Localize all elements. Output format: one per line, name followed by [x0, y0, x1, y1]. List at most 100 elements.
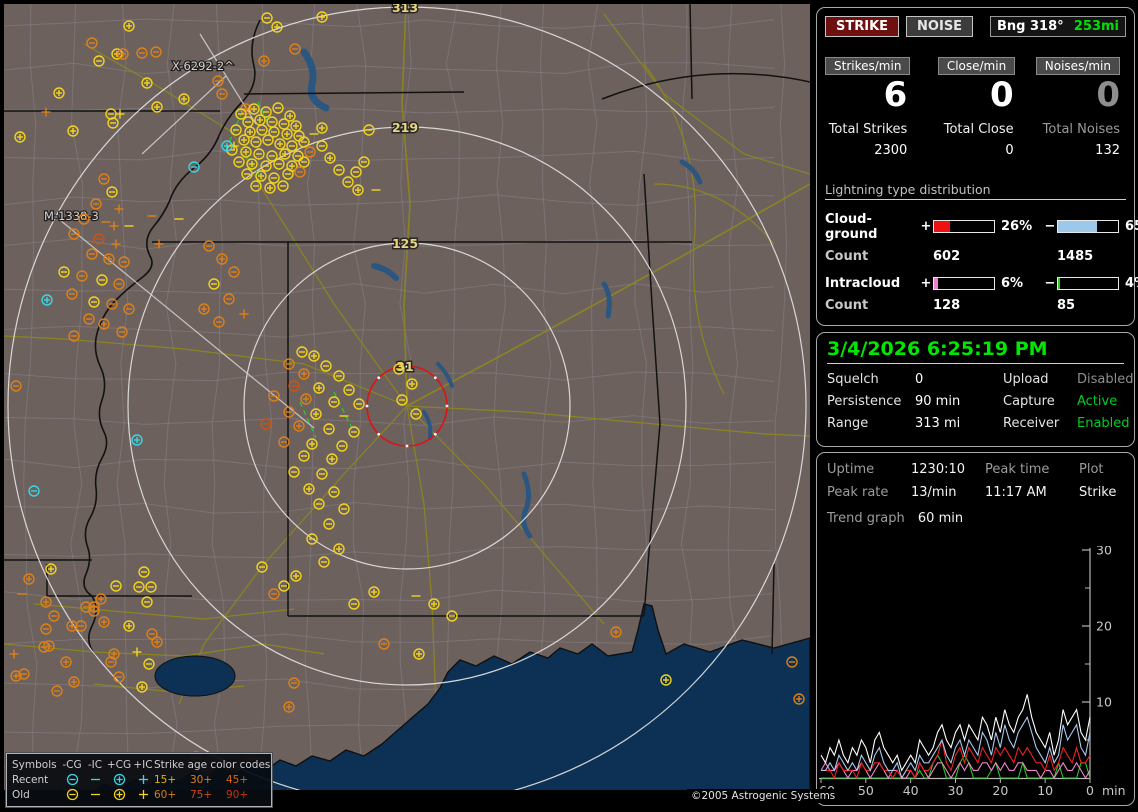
strike-symbol: [283, 701, 295, 713]
x-tick-label: 40: [903, 783, 919, 798]
strike-symbol: [53, 87, 65, 99]
strike-symbol: [358, 156, 370, 168]
legend-m-icon: [84, 773, 106, 786]
strike-symbol: [58, 266, 70, 278]
uptime-label: Uptime: [827, 462, 875, 477]
strike-symbol: [23, 573, 35, 585]
strike-symbol: [323, 423, 335, 435]
strike-symbol: [40, 623, 52, 635]
strike-symbol: [212, 75, 224, 87]
copyright-text: ©2005 Astrogenic Systems: [687, 789, 840, 803]
strike-symbol: [313, 382, 325, 394]
strike-symbol: [233, 156, 245, 168]
strike-button[interactable]: STRIKE: [825, 16, 900, 37]
strike-symbol: [288, 466, 300, 478]
noises-per-min-value: 0: [1096, 75, 1120, 115]
storm-tracks: X-6292-2^ M-1338-3: [43, 33, 353, 439]
cloud-ground-row: Cloud-ground + 26% − 65%: [825, 211, 1138, 242]
capture-label: Capture: [1003, 394, 1055, 409]
rate-values-row: 6 0 0: [825, 75, 1126, 114]
strike-symbol: [123, 20, 135, 32]
cloud-ground-label: Cloud-ground: [825, 211, 878, 242]
strike-symbol: [290, 120, 302, 132]
total-noises-label: Total Noises: [1042, 121, 1120, 137]
legend-grid: Symbols -CG -IC +CG +IC Strike age color code…: [12, 757, 271, 802]
strike-symbol: [413, 648, 425, 660]
plus-sign: +: [920, 275, 932, 291]
strike-symbol: [90, 198, 102, 210]
plot-label: Plot: [1079, 462, 1104, 477]
strike-symbol: [136, 681, 148, 693]
strike-symbol: [328, 486, 340, 498]
trend-series-ic-pos: [820, 761, 1091, 780]
datetime-display: 3/4/2026 6:25:19 PM: [827, 338, 1048, 360]
strike-symbol: [318, 556, 330, 568]
strike-symbol: [145, 581, 157, 593]
status-panel: 3/4/2026 6:25:19 PM Squelch 0 Upload Dis…: [816, 332, 1135, 447]
legend-age-value: 45+: [226, 773, 249, 786]
strike-symbol: [298, 450, 310, 462]
strike-symbol: [98, 173, 110, 185]
strike-symbol: [136, 47, 148, 59]
strike-symbol: [103, 253, 115, 265]
trend-window-value: 60 min: [917, 511, 964, 526]
strike-symbol: [288, 677, 300, 689]
capture-value: Active: [1077, 394, 1118, 409]
strike-symbol: [336, 440, 348, 452]
strike-symbol: [278, 118, 290, 130]
strike-symbol: [350, 166, 362, 178]
divider: [827, 363, 1124, 364]
noises-per-min-button[interactable]: Noises/min: [1035, 57, 1120, 75]
peak-time-value: 11:17 AM: [985, 485, 1047, 500]
receiver-value: Enabled: [1077, 416, 1130, 431]
strike-symbol: [316, 468, 328, 480]
strike-symbol: [261, 12, 273, 24]
lightning-map[interactable]: 313 219 125 31 X-6292-2^ M-1338-3: [4, 4, 810, 790]
strike-symbol: [338, 503, 350, 515]
total-noises-value: 132: [1095, 142, 1120, 158]
strike-symbol: [610, 626, 622, 638]
legend-p-icon: [132, 788, 154, 801]
strike-symbol: [131, 434, 143, 446]
strike-symbol: [316, 122, 328, 134]
noise-button[interactable]: NOISE: [906, 16, 974, 37]
ring-distance-label: 313: [392, 4, 418, 15]
strike-symbol: [213, 316, 225, 328]
strike-symbol: [268, 172, 280, 184]
minus-sign: −: [1044, 219, 1056, 235]
strike-symbol: [242, 116, 254, 128]
legend-age-value: 60+: [154, 788, 177, 801]
distribution-title: Lightning type distribution: [825, 182, 1126, 200]
strike-symbol: [208, 278, 220, 290]
strike-symbol: [406, 378, 418, 390]
storm-cell-label: M-1338-3: [44, 209, 99, 223]
strike-symbol: [290, 570, 302, 582]
legend-age-title: Strike age color codes: [154, 758, 271, 771]
legend-row-label: Recent: [12, 773, 49, 786]
strike-symbol: [250, 136, 262, 148]
strike-symbol: [348, 598, 360, 610]
total-close-value: 0: [1005, 142, 1014, 158]
ring-distance-label: 31: [396, 359, 413, 374]
strike-symbol: [378, 638, 390, 650]
strike-symbol: [216, 88, 228, 100]
strike-symbol: [239, 309, 249, 319]
strikes-per-min-button[interactable]: Strikes/min: [825, 57, 911, 75]
total-values-row: 2300 0 132: [825, 137, 1126, 158]
legend-cp-icon: [106, 773, 132, 786]
strike-symbol: [86, 248, 98, 260]
strike-symbol: [289, 43, 301, 55]
strike-symbol: [228, 266, 240, 278]
strike-symbol: [88, 296, 100, 308]
trend-graph-label: Trend graph: [827, 511, 905, 526]
cg-negative-count: 1485: [1057, 248, 1094, 264]
cg-positive-bar: [933, 220, 995, 234]
close-per-min-button[interactable]: Close/min: [937, 57, 1016, 75]
strike-symbol: [353, 398, 365, 410]
range-value: 313 mi: [915, 416, 961, 431]
strike-symbol: [352, 184, 364, 196]
strike-symbol: [368, 586, 380, 598]
strike-symbol: [60, 656, 72, 668]
strike-symbol: [113, 671, 125, 683]
strike-symbol: [93, 55, 105, 67]
